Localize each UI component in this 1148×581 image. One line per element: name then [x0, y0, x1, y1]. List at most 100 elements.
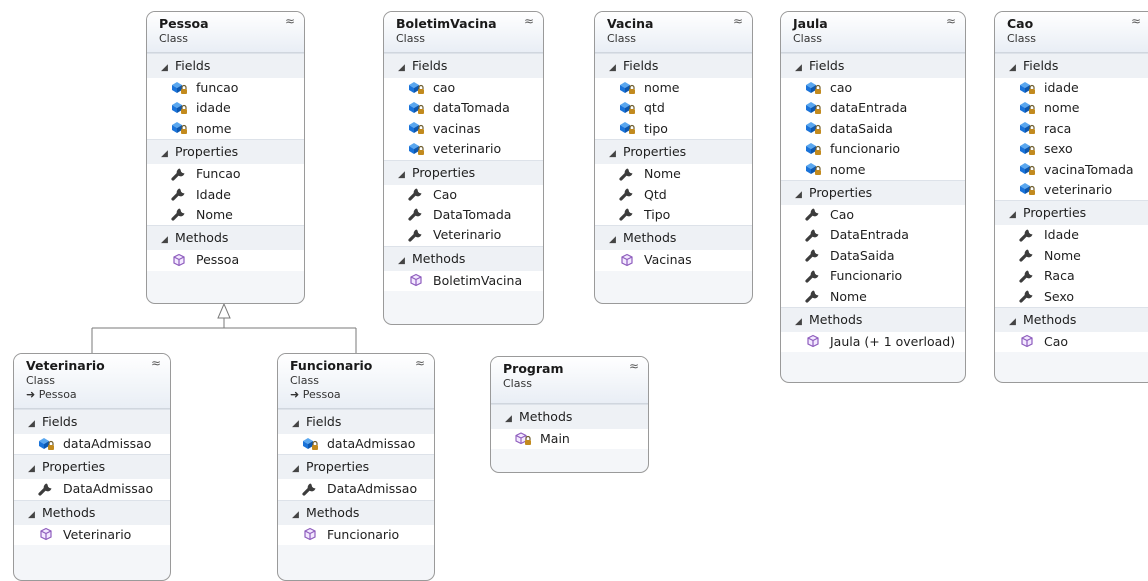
method-member[interactable]: Veterinario: [14, 524, 170, 546]
class-box-jaula[interactable]: Jaula Class ≈ ◢ Fields cao dataEntrada data…: [780, 11, 966, 383]
double-chevron-up-icon[interactable]: ≈: [151, 356, 161, 370]
expand-triangle-icon[interactable]: ◢: [292, 457, 306, 481]
property-member[interactable]: Sexo: [995, 286, 1148, 307]
expand-triangle-icon[interactable]: ◢: [398, 163, 412, 187]
property-member[interactable]: Raca: [995, 266, 1148, 287]
field-member[interactable]: dataEntrada: [781, 98, 965, 119]
class-box-vacina[interactable]: Vacina Class ≈ ◢ Fields nome qtd tipo ◢ Prop…: [594, 11, 753, 304]
field-member[interactable]: idade: [147, 98, 304, 119]
class-header[interactable]: Cao Class ≈: [995, 12, 1148, 53]
section-fields-header[interactable]: ◢ Fields: [384, 53, 543, 78]
field-member[interactable]: funcionario: [781, 139, 965, 160]
property-member[interactable]: Cao: [781, 204, 965, 226]
private-method-member[interactable]: Main: [491, 429, 648, 450]
expand-triangle-icon[interactable]: ◢: [1009, 310, 1023, 334]
double-chevron-up-icon[interactable]: ≈: [946, 14, 956, 28]
method-member[interactable]: Cao: [995, 331, 1148, 353]
double-chevron-up-icon[interactable]: ≈: [415, 356, 425, 370]
field-member[interactable]: idade: [995, 78, 1148, 99]
class-header[interactable]: Veterinario Class ➜ Pessoa ≈: [14, 354, 170, 409]
method-member[interactable]: Pessoa: [147, 250, 304, 271]
field-member[interactable]: dataAdmissao: [278, 434, 434, 455]
property-member[interactable]: Nome: [147, 204, 304, 226]
property-member[interactable]: Qtd: [595, 184, 752, 205]
field-member[interactable]: funcao: [147, 78, 304, 99]
property-member[interactable]: Cao: [384, 184, 543, 205]
section-properties-header[interactable]: ◢ Properties: [278, 454, 434, 481]
section-methods-header[interactable]: ◢ Methods: [491, 404, 648, 429]
property-member[interactable]: Nome: [595, 164, 752, 185]
property-member[interactable]: Idade: [995, 225, 1148, 246]
field-member[interactable]: vacinaTomada: [995, 159, 1148, 180]
expand-triangle-icon[interactable]: ◢: [1009, 56, 1023, 80]
expand-triangle-icon[interactable]: ◢: [161, 142, 175, 166]
section-properties-header[interactable]: ◢ Properties: [995, 200, 1148, 227]
expand-triangle-icon[interactable]: ◢: [609, 142, 623, 166]
class-box-boletimvacina[interactable]: BoletimVacina Class ≈ ◢ Fields cao dataTom…: [383, 11, 544, 325]
method-member[interactable]: BoletimVacina: [384, 270, 543, 292]
expand-triangle-icon[interactable]: ◢: [292, 412, 306, 436]
property-member[interactable]: DataAdmissao: [14, 479, 170, 500]
method-member[interactable]: Funcionario: [278, 524, 434, 546]
expand-triangle-icon[interactable]: ◢: [795, 183, 809, 207]
expand-triangle-icon[interactable]: ◢: [398, 249, 412, 273]
section-methods-header[interactable]: ◢ Methods: [995, 306, 1148, 334]
property-member[interactable]: Funcionario: [781, 266, 965, 287]
class-box-pessoa[interactable]: Pessoa Class ≈ ◢ Fields funcao idade nome ◢…: [146, 11, 305, 304]
field-member[interactable]: nome: [147, 118, 304, 140]
expand-triangle-icon[interactable]: ◢: [28, 503, 42, 527]
class-header[interactable]: Funcionario Class ➜ Pessoa ≈: [278, 354, 434, 409]
class-header[interactable]: BoletimVacina Class ≈: [384, 12, 543, 53]
section-properties-header[interactable]: ◢ Properties: [384, 159, 543, 187]
property-member[interactable]: Veterinario: [384, 225, 543, 246]
section-methods-header[interactable]: ◢ Methods: [14, 499, 170, 527]
property-member[interactable]: DataEntrada: [781, 225, 965, 246]
field-member[interactable]: veterinario: [384, 139, 543, 160]
expand-triangle-icon[interactable]: ◢: [161, 228, 175, 252]
property-member[interactable]: Tipo: [595, 204, 752, 226]
section-properties-header[interactable]: ◢ Properties: [14, 454, 170, 481]
field-member[interactable]: qtd: [595, 98, 752, 119]
section-properties-header[interactable]: ◢ Properties: [147, 139, 304, 166]
double-chevron-up-icon[interactable]: ≈: [1131, 14, 1141, 28]
field-member[interactable]: tipo: [595, 118, 752, 140]
section-methods-header[interactable]: ◢ Methods: [595, 225, 752, 252]
field-member[interactable]: dataAdmissao: [14, 434, 170, 455]
field-member[interactable]: vacinas: [384, 118, 543, 140]
expand-triangle-icon[interactable]: ◢: [161, 56, 175, 80]
property-member[interactable]: DataTomada: [384, 204, 543, 226]
expand-triangle-icon[interactable]: ◢: [292, 503, 306, 527]
field-member[interactable]: nome: [595, 78, 752, 99]
expand-triangle-icon[interactable]: ◢: [795, 310, 809, 334]
field-member[interactable]: cao: [384, 78, 543, 99]
property-member[interactable]: DataAdmissao: [278, 479, 434, 500]
method-member[interactable]: Vacinas: [595, 250, 752, 271]
section-methods-header[interactable]: ◢ Methods: [147, 225, 304, 252]
section-fields-header[interactable]: ◢ Fields: [781, 53, 965, 78]
expand-triangle-icon[interactable]: ◢: [1009, 203, 1023, 227]
double-chevron-up-icon[interactable]: ≈: [629, 359, 639, 373]
field-member[interactable]: sexo: [995, 139, 1148, 160]
section-properties-header[interactable]: ◢ Properties: [781, 179, 965, 207]
section-methods-header[interactable]: ◢ Methods: [278, 499, 434, 527]
expand-triangle-icon[interactable]: ◢: [28, 412, 42, 436]
class-header[interactable]: Vacina Class ≈: [595, 12, 752, 53]
class-header[interactable]: Jaula Class ≈: [781, 12, 965, 53]
expand-triangle-icon[interactable]: ◢: [505, 407, 519, 431]
field-member[interactable]: veterinario: [995, 179, 1148, 201]
field-member[interactable]: nome: [995, 98, 1148, 119]
expand-triangle-icon[interactable]: ◢: [795, 56, 809, 80]
field-member[interactable]: dataSaida: [781, 118, 965, 140]
class-box-veterinario[interactable]: Veterinario Class ➜ Pessoa ≈ ◢ Fields dat…: [13, 353, 171, 581]
class-header[interactable]: Pessoa Class ≈: [147, 12, 304, 53]
expand-triangle-icon[interactable]: ◢: [609, 228, 623, 252]
method-member[interactable]: Jaula (+ 1 overload): [781, 331, 965, 353]
expand-triangle-icon[interactable]: ◢: [609, 56, 623, 80]
field-member[interactable]: raca: [995, 118, 1148, 140]
expand-triangle-icon[interactable]: ◢: [28, 457, 42, 481]
section-methods-header[interactable]: ◢ Methods: [384, 245, 543, 273]
section-properties-header[interactable]: ◢ Properties: [595, 139, 752, 166]
double-chevron-up-icon[interactable]: ≈: [524, 14, 534, 28]
section-fields-header[interactable]: ◢ Fields: [995, 53, 1148, 78]
class-header[interactable]: Program Class ≈: [491, 357, 648, 404]
